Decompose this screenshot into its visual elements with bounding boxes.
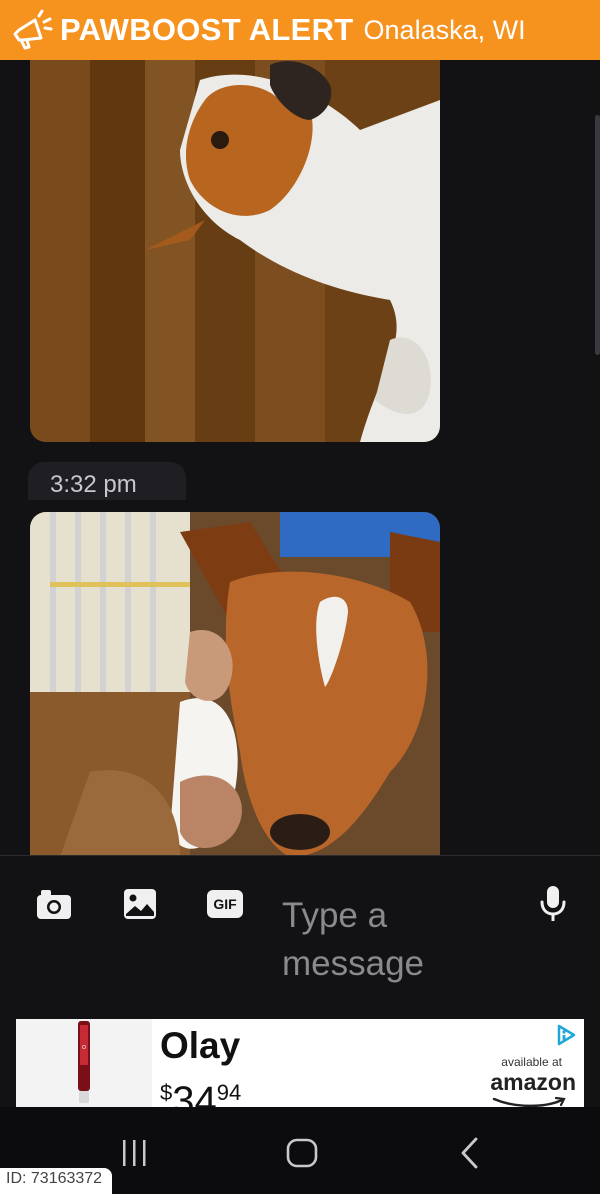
megaphone-icon — [8, 7, 54, 53]
gallery-icon — [124, 889, 156, 919]
ad-title[interactable]: Olay — [160, 1025, 240, 1067]
price-currency: $ — [160, 1080, 173, 1105]
alert-banner: PAWBOOST ALERT Onalaska, WI — [0, 0, 600, 60]
chat-photo-dog-petted[interactable] — [30, 512, 440, 855]
chat-photo-dog-lying[interactable] — [30, 60, 440, 442]
price-cents: 94 — [216, 1080, 242, 1105]
ad-product-image[interactable]: O — [16, 1019, 152, 1107]
price-whole: 34 — [172, 1079, 217, 1107]
ad-banner[interactable]: O Olay $3494 available at amazon — [16, 1019, 584, 1107]
microphone-icon — [540, 886, 566, 921]
home-button[interactable] — [280, 1133, 324, 1173]
chat-thread[interactable]: 3:32 pm — [0, 60, 600, 855]
camera-button[interactable] — [34, 884, 74, 924]
camera-icon — [37, 890, 71, 919]
back-icon — [461, 1137, 478, 1169]
amazon-smile-icon — [492, 1096, 566, 1107]
available-at-label: available at — [501, 1055, 562, 1069]
gif-button[interactable]: GIF — [205, 884, 245, 924]
gallery-button[interactable] — [120, 884, 160, 924]
timestamp-text: 3:32 pm — [50, 471, 137, 498]
listing-id-label: ID: 73163372 — [0, 1168, 113, 1194]
brand-title: PAWBOOST ALERT — [60, 12, 354, 47]
scrollbar[interactable] — [595, 115, 600, 355]
ad-price: $3494 — [160, 1079, 241, 1107]
message-timestamp: 3:32 pm — [28, 462, 186, 500]
svg-text:O: O — [82, 1045, 86, 1051]
microphone-button[interactable] — [533, 884, 573, 924]
recents-button[interactable] — [112, 1133, 156, 1173]
message-input[interactable]: Type a message — [282, 892, 512, 988]
location-label: Onalaska, WI — [363, 14, 526, 45]
recents-icon — [123, 1140, 146, 1166]
amazon-logo: amazon — [490, 1069, 576, 1095]
home-icon — [286, 1138, 318, 1168]
adchoices-icon[interactable] — [554, 1023, 578, 1047]
message-composer: GIF Type a message — [0, 855, 600, 1010]
gif-icon: GIF — [207, 890, 243, 918]
back-button[interactable] — [448, 1133, 492, 1173]
